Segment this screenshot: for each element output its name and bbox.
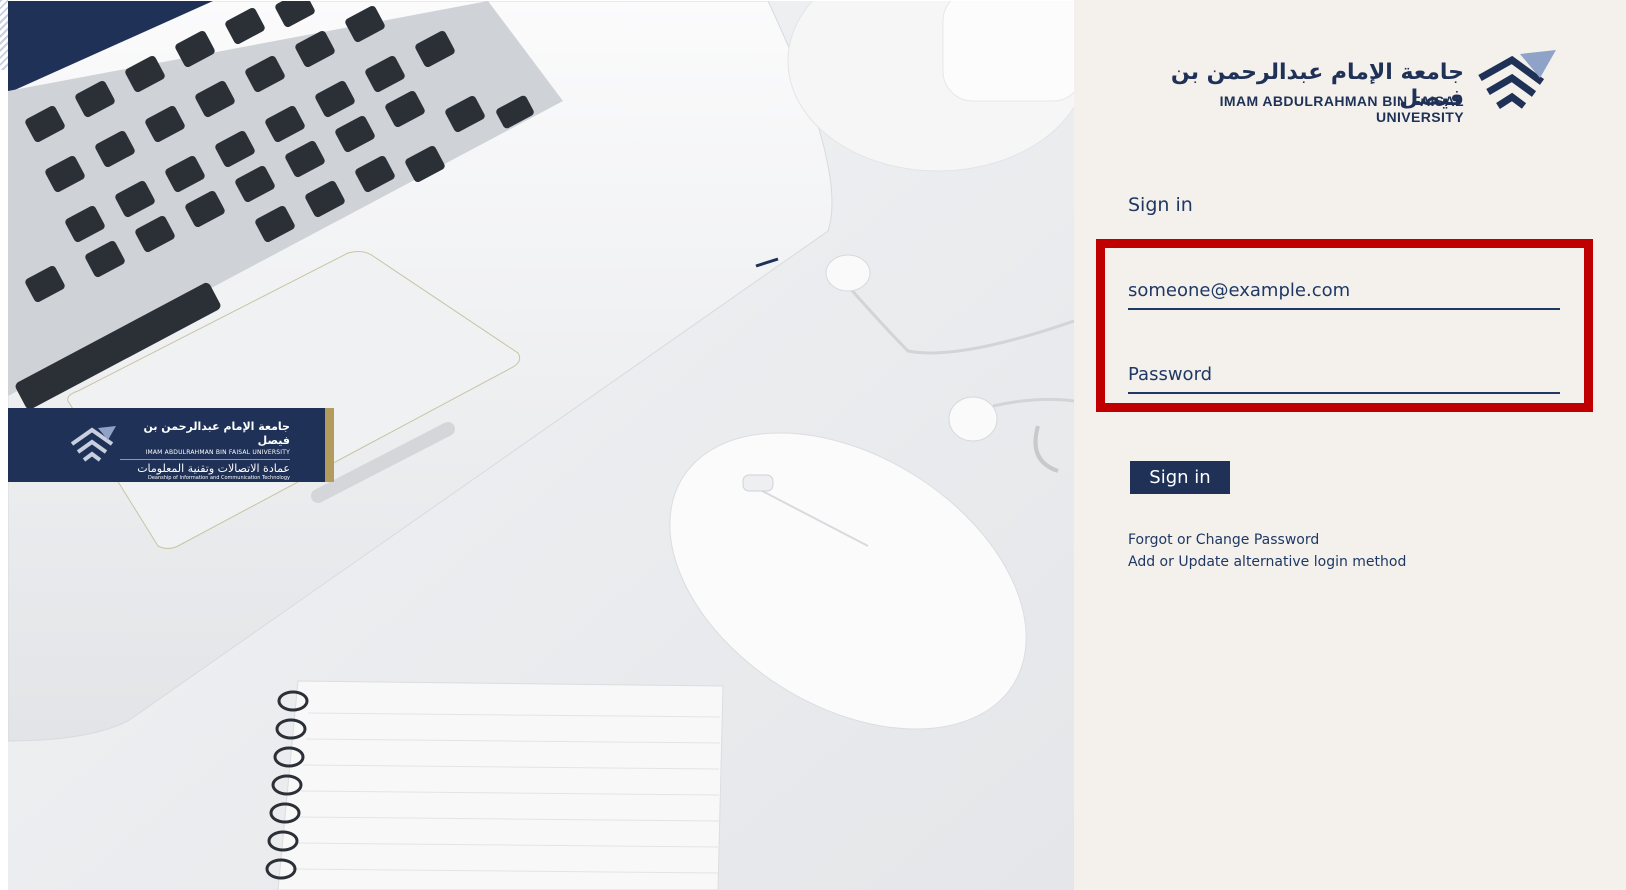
- university-logo-icon: [1478, 50, 1556, 109]
- logo-english-name: IMAM ABDULRAHMAN BIN FAISAL UNIVERSITY: [1219, 93, 1464, 125]
- password-field[interactable]: [1128, 356, 1560, 394]
- badge-arabic-name: جامعة الإمام عبدالرحمن بن فيصل: [143, 420, 290, 447]
- login-panel: جامعة الإمام عبدالرحمن بن فيصل IMAM ABDU…: [1074, 0, 1626, 890]
- email-field[interactable]: [1128, 272, 1560, 310]
- badge-divider: [120, 459, 290, 460]
- badge-arabic-dept: عمادة الاتصالات وتقنية المعلومات: [137, 462, 290, 475]
- badge-english-name: IMAM ABDULRAHMAN BIN FAISAL UNIVERSITY: [145, 449, 290, 456]
- alternative-login-link[interactable]: Add or Update alternative login method: [1128, 554, 1406, 570]
- corner-stripes: [0, 0, 8, 70]
- university-logo: جامعة الإمام عبدالرحمن بن فيصل IMAM ABDU…: [1130, 48, 1564, 125]
- corner-band: [0, 0, 8, 890]
- sign-in-heading: Sign in: [1128, 194, 1193, 216]
- sign-in-button[interactable]: Sign in: [1130, 461, 1230, 494]
- badge-english-dept: Deanship of Information and Communicatio…: [147, 475, 290, 481]
- deanship-badge: جامعة الإمام عبدالرحمن بن فيصل IMAM ABDU…: [8, 408, 334, 482]
- badge-text: جامعة الإمام عبدالرحمن بن فيصل IMAM ABDU…: [120, 420, 290, 482]
- university-logo-icon: [70, 426, 116, 462]
- forgot-password-link[interactable]: Forgot or Change Password: [1128, 532, 1319, 548]
